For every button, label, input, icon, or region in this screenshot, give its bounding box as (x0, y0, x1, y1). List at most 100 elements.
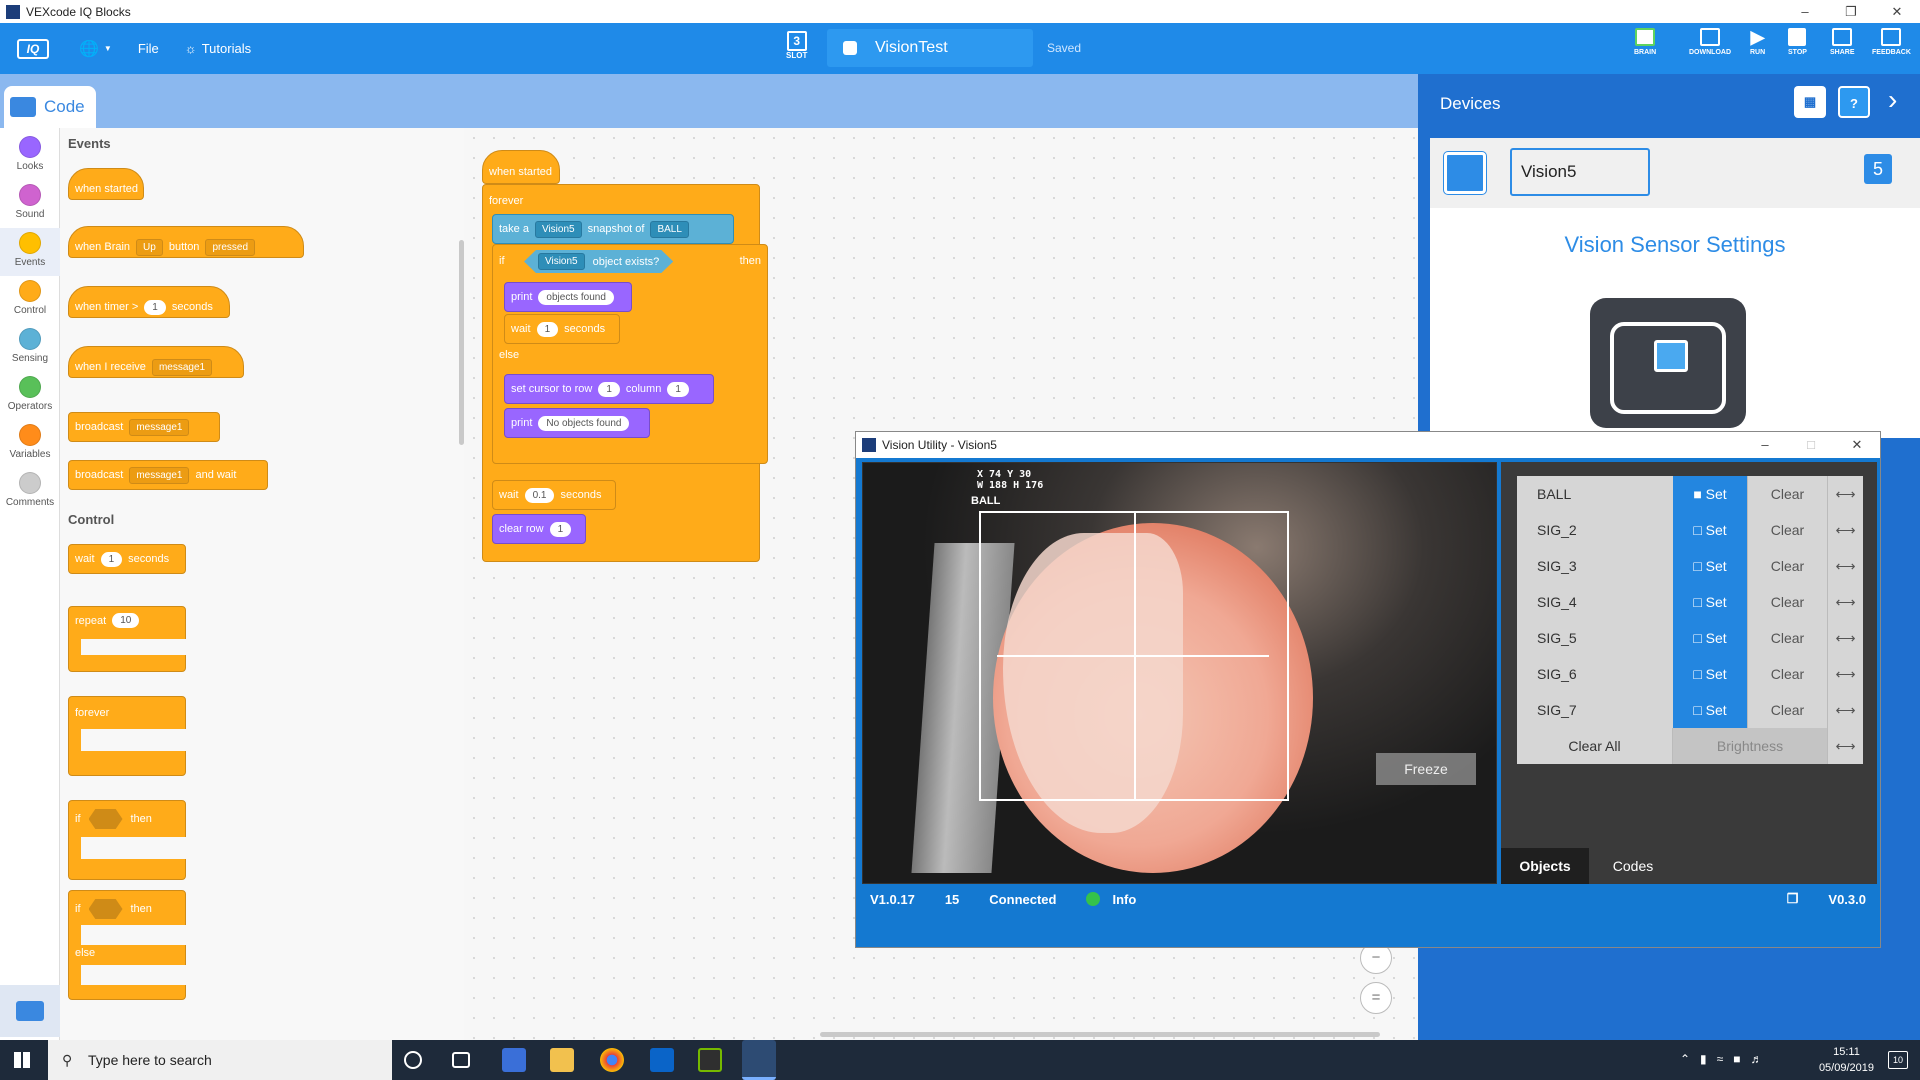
copy-icon[interactable]: ❐ (1787, 891, 1799, 907)
wait-input[interactable]: 0.1 (524, 487, 555, 503)
palette-scrollbar[interactable] (459, 240, 464, 445)
script-when-started[interactable]: when started (482, 150, 560, 184)
category-comments[interactable]: Comments (0, 472, 60, 508)
clear-button[interactable]: Clear (1747, 656, 1827, 692)
clear-button[interactable]: Clear (1747, 692, 1827, 728)
block-broadcast-and-wait[interactable]: broadcast message1 and wait (68, 460, 268, 490)
script-object-exists[interactable]: Vision5 object exists? (524, 250, 674, 273)
restore-icon[interactable]: ❐ (1828, 4, 1874, 20)
condition-slot[interactable] (88, 899, 123, 919)
block-when-receive[interactable]: when I receive message1 (68, 346, 244, 378)
script-print-found[interactable]: print objects found (504, 282, 632, 312)
brain-button[interactable]: BRAIN (1634, 28, 1656, 56)
timer-input[interactable]: 1 (144, 299, 166, 315)
device-manager-button[interactable]: ▦ (1794, 86, 1826, 118)
row-input[interactable]: 1 (598, 381, 620, 397)
brightness-button[interactable]: Brightness (1673, 728, 1827, 764)
expand-arrow-icon[interactable]: ⟷ (1827, 584, 1863, 620)
message-dropdown[interactable]: message1 (129, 418, 190, 436)
vexcode-taskbar-icon[interactable] (742, 1040, 776, 1080)
repeat-input[interactable]: 10 (112, 613, 140, 628)
expand-arrow-icon[interactable]: ⟷ (1827, 692, 1863, 728)
iq-logo[interactable]: IQ (17, 38, 49, 59)
category-operators[interactable]: Operators (0, 376, 60, 412)
minimize-icon[interactable]: – (1742, 437, 1788, 453)
collapse-panel-icon[interactable]: › (1888, 84, 1897, 116)
expand-arrow-icon[interactable]: ⟷ (1827, 656, 1863, 692)
nvidia-icon[interactable] (698, 1048, 722, 1072)
clear-all-button[interactable]: Clear All (1517, 728, 1673, 764)
set-button[interactable]: □ Set (1673, 548, 1747, 584)
share-button[interactable]: SHARE (1830, 28, 1855, 56)
block-repeat[interactable]: repeat 10 (68, 606, 187, 672)
expand-arrow-icon[interactable]: ⟷ (1827, 476, 1863, 512)
tab-objects[interactable]: Objects (1501, 848, 1589, 884)
windows-start-icon[interactable] (14, 1052, 30, 1068)
set-button[interactable]: □ Set (1673, 656, 1747, 692)
script-clear-row[interactable]: clear row 1 (492, 514, 586, 544)
script-print-none[interactable]: print No objects found (504, 408, 650, 438)
maximize-icon[interactable]: □ (1788, 437, 1834, 453)
button-dropdown[interactable]: Up (136, 238, 163, 256)
block-when-started[interactable]: when started (68, 168, 144, 200)
set-button[interactable]: ■ Set (1673, 476, 1747, 512)
clear-button[interactable]: Clear (1747, 584, 1827, 620)
category-sensing[interactable]: Sensing (0, 328, 60, 364)
script-wait-0-1[interactable]: wait 0.1 seconds (492, 480, 616, 510)
notification-icon[interactable]: 10 (1888, 1051, 1908, 1069)
chrome-icon[interactable] (600, 1048, 624, 1072)
script-set-cursor[interactable]: set cursor to row 1 column 1 (504, 374, 714, 404)
block-when-timer[interactable]: when timer > 1 seconds (68, 286, 230, 318)
task-view-icon[interactable] (452, 1052, 470, 1068)
project-name-field[interactable]: VisionTest (827, 29, 1033, 67)
download-button[interactable]: DOWNLOAD (1689, 28, 1731, 56)
column-input[interactable]: 1 (667, 381, 689, 397)
category-looks[interactable]: Looks (0, 136, 60, 172)
message-dropdown[interactable]: message1 (151, 358, 213, 376)
clear-button[interactable]: Clear (1747, 512, 1827, 548)
category-variables[interactable]: Variables (0, 424, 60, 460)
block-broadcast[interactable]: broadcast message1 (68, 412, 220, 442)
block-if-then[interactable]: if then (68, 800, 187, 880)
category-control[interactable]: Control (0, 280, 60, 316)
clear-button[interactable]: Clear (1747, 476, 1827, 512)
expand-arrow-icon[interactable]: ⟷ (1827, 512, 1863, 548)
clear-button[interactable]: Clear (1747, 548, 1827, 584)
script-wait-1[interactable]: wait 1 seconds (504, 314, 620, 344)
minimize-icon[interactable]: – (1782, 4, 1828, 20)
help-button[interactable]: ? (1838, 86, 1870, 118)
zoom-reset-button[interactable]: = (1360, 982, 1392, 1014)
cortana-icon[interactable] (404, 1051, 422, 1069)
file-explorer-icon[interactable] (550, 1048, 574, 1072)
expand-arrow-icon[interactable]: ⟷ (1827, 728, 1863, 764)
stop-button[interactable]: STOP (1788, 28, 1807, 56)
message-dropdown[interactable]: message1 (129, 466, 190, 484)
sensor-dropdown[interactable]: Vision5 (538, 253, 585, 270)
block-when-brain-button[interactable]: when Brain Up button pressed (68, 226, 304, 258)
run-button[interactable]: ▶ RUN (1750, 28, 1765, 56)
sensor-dropdown[interactable]: Vision5 (534, 220, 582, 238)
store-icon[interactable] (502, 1048, 526, 1072)
script-take-snapshot[interactable]: take a Vision5 snapshot of BALL (492, 214, 734, 244)
tab-code[interactable]: Code (4, 86, 96, 128)
print-input[interactable]: objects found (538, 289, 614, 305)
wait-input[interactable]: 1 (536, 321, 559, 337)
block-if-then-else[interactable]: if then else (68, 890, 187, 1000)
tutorials-button[interactable]: ☼ Tutorials (185, 41, 251, 56)
condition-slot[interactable] (88, 809, 123, 829)
action-dropdown[interactable]: pressed (205, 238, 256, 256)
clear-button[interactable]: Clear (1747, 620, 1827, 656)
extensions-button[interactable] (0, 985, 60, 1037)
signature-dropdown[interactable]: BALL (650, 220, 689, 238)
slot-selector[interactable]: 3 SLOT (786, 31, 807, 61)
set-button[interactable]: □ Set (1673, 584, 1747, 620)
device-name-input[interactable]: Vision5 (1510, 148, 1650, 196)
clock[interactable]: 15:11 05/09/2019 (1819, 1044, 1874, 1076)
horizontal-scrollbar[interactable] (820, 1032, 1380, 1037)
row-input[interactable]: 1 (549, 521, 572, 537)
freeze-button[interactable]: Freeze (1376, 753, 1476, 785)
language-button[interactable]: 🌐 ▼ (79, 39, 112, 59)
tab-codes[interactable]: Codes (1589, 848, 1677, 884)
file-menu[interactable]: File (138, 41, 159, 56)
expand-arrow-icon[interactable]: ⟷ (1827, 548, 1863, 584)
